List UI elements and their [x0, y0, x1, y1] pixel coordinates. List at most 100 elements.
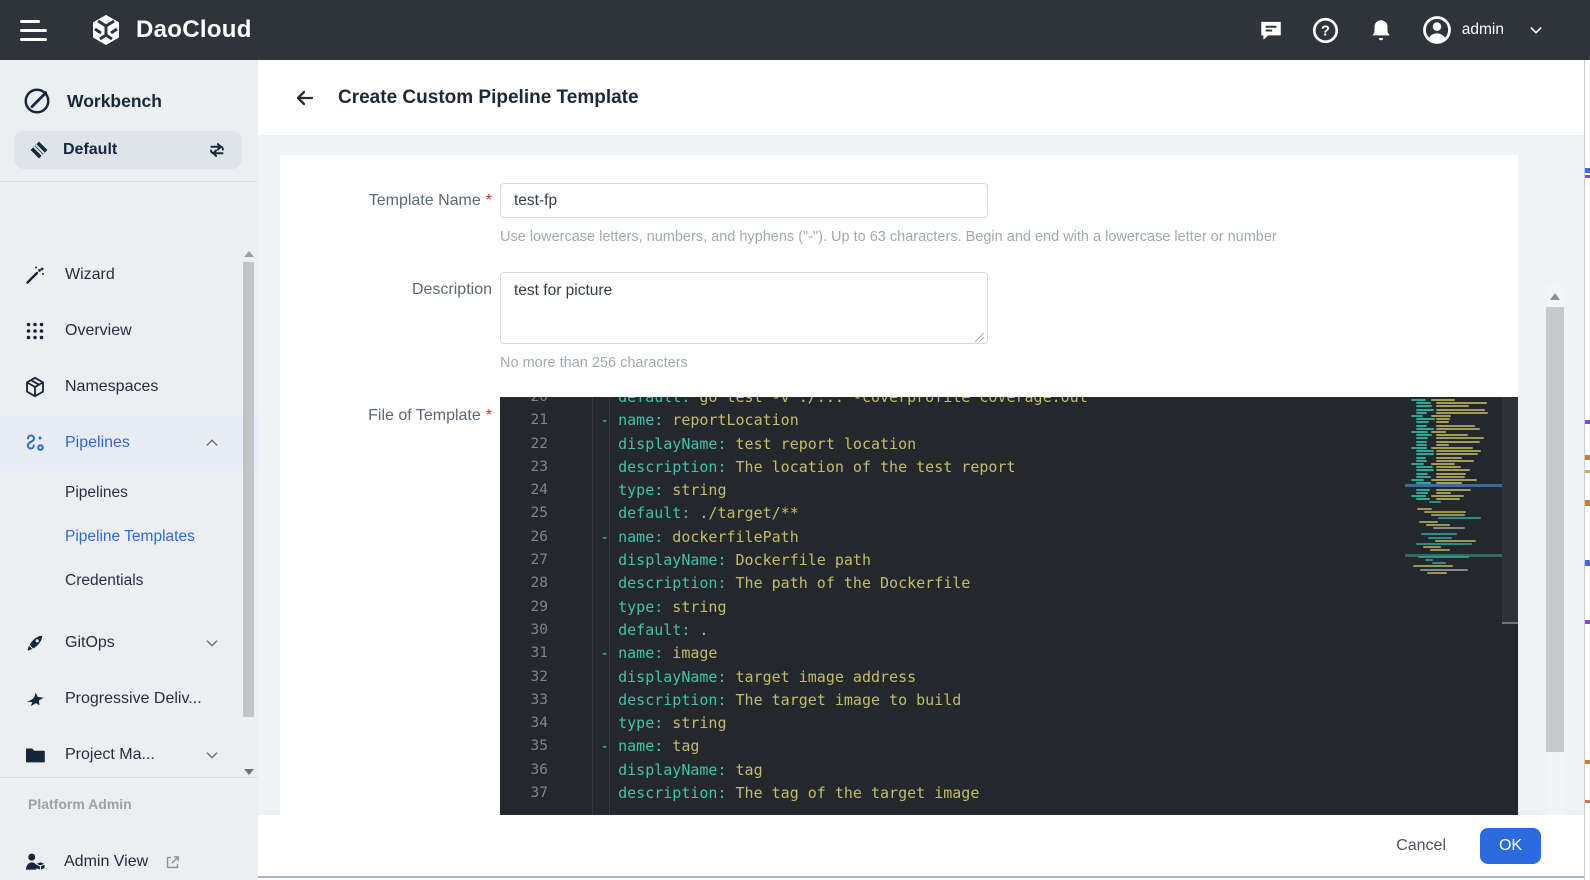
line-number: 26 — [500, 526, 548, 549]
code-line: 25 default: ./target/** — [500, 502, 1405, 525]
line-number: 23 — [500, 456, 548, 479]
sidebar-item-admin-view[interactable]: Admin View — [22, 849, 181, 875]
window-bottom-edge — [258, 876, 1590, 880]
editor-minimap[interactable] — [1405, 397, 1502, 815]
sidebar-item-overview[interactable]: Overview — [0, 303, 258, 359]
line-number: 34 — [500, 712, 548, 735]
footer-actions: Cancel OK — [258, 815, 1590, 876]
editor-scrollbar-thumb[interactable] — [1502, 397, 1518, 624]
scroll-down-icon[interactable] — [244, 769, 254, 775]
sidebar-item-pipelines-list[interactable]: Pipelines — [0, 471, 258, 515]
chevron-down-icon — [204, 635, 220, 651]
minimap-highlight — [1405, 554, 1502, 557]
sidebar-item-namespaces[interactable]: Namespaces — [0, 359, 258, 415]
folder-icon — [22, 742, 48, 768]
editor-scrollbar[interactable] — [1502, 397, 1518, 815]
line-number: 30 — [500, 619, 548, 642]
sidebar-item-wizard[interactable]: Wizard — [0, 247, 258, 303]
sidebar-item-label: Pipeline Templates — [65, 528, 195, 546]
help-icon[interactable]: ? — [1312, 16, 1340, 44]
sidebar-item-credentials[interactable]: Credentials — [0, 559, 258, 603]
description-input[interactable]: test for picture — [500, 272, 988, 344]
switch-workspace-icon[interactable] — [206, 139, 228, 161]
brand: DaoCloud — [88, 12, 252, 48]
line-number: 36 — [500, 759, 548, 782]
workbench-title: Workbench — [67, 91, 162, 112]
description-label: Description — [280, 281, 492, 299]
workspace-name: Default — [63, 141, 117, 159]
code-line: 33 description: The target image to buil… — [500, 689, 1405, 712]
sidebar-item-label: Project Ma... — [65, 746, 155, 764]
chevron-down-icon — [204, 747, 220, 763]
platform-admin-label: Platform Admin — [28, 796, 132, 812]
daocloud-logo-icon — [88, 12, 124, 48]
code-line: 21 - name: reportLocation — [500, 409, 1405, 432]
template-name-input[interactable] — [500, 183, 988, 218]
file-of-template-label: File of Template* — [280, 407, 492, 425]
sidebar-item-label: Wizard — [65, 266, 115, 284]
line-number: 33 — [500, 689, 548, 712]
user-name: admin — [1462, 21, 1504, 39]
code-line: 20 default: go test -v ./... -coverprofi… — [500, 397, 1405, 409]
editor-lines: 20 default: go test -v ./... -coverprofi… — [500, 397, 1405, 805]
user-menu[interactable]: admin — [1422, 15, 1544, 45]
sidebar-scrollbar[interactable] — [242, 249, 255, 777]
code-line: 30 default: . — [500, 619, 1405, 642]
code-line: 23 description: The location of the test… — [500, 456, 1405, 479]
required-marker: * — [486, 192, 492, 209]
page-scrollbar[interactable] — [1546, 285, 1564, 880]
chat-icon[interactable] — [1257, 16, 1285, 44]
page-scrollbar-thumb[interactable] — [1546, 307, 1564, 752]
code-line: 36 displayName: tag — [500, 759, 1405, 782]
chevron-up-icon — [204, 435, 220, 451]
sidebar-item-project-management[interactable]: Project Ma... — [0, 727, 258, 778]
line-number: 27 — [500, 549, 548, 572]
ok-button[interactable]: OK — [1480, 828, 1541, 864]
description-helper: No more than 256 characters — [500, 355, 688, 371]
sidebar-item-progressive-delivery[interactable]: Progressive Deliv... — [0, 671, 258, 727]
code-line: 35 - name: tag — [500, 735, 1405, 758]
sidebar-scrollbar-thumb[interactable] — [243, 262, 254, 717]
brand-name: DaoCloud — [136, 16, 252, 44]
code-line: 32 displayName: target image address — [500, 666, 1405, 689]
page-header: Create Custom Pipeline Template — [258, 60, 1590, 135]
screen-edge-artifact — [1584, 60, 1590, 880]
required-marker: * — [486, 407, 492, 424]
cube-icon — [22, 374, 48, 400]
line-number: 31 — [500, 642, 548, 665]
code-line: 37 description: The tag of the target im… — [500, 782, 1405, 805]
template-name-label: Template Name* — [280, 192, 492, 210]
sidebar-item-label: Pipelines — [65, 484, 128, 502]
sidebar-menu: Wizard Overview Namespaces Pipelines Pipelin… — [0, 247, 258, 778]
line-number: 24 — [500, 479, 548, 502]
yaml-code-editor[interactable]: 20 default: go test -v ./... -coverprofi… — [500, 397, 1518, 815]
code-line: 24 type: string — [500, 479, 1405, 502]
grid-icon — [22, 318, 48, 344]
sidebar-item-pipelines[interactable]: Pipelines — [0, 415, 258, 471]
sidebar-item-gitops[interactable]: GitOps — [0, 615, 258, 671]
sidebar-item-label: Overview — [65, 322, 132, 340]
page-title: Create Custom Pipeline Template — [338, 87, 639, 109]
pipeline-icon — [22, 430, 48, 456]
scroll-up-icon[interactable] — [1550, 293, 1560, 300]
code-line: 27 displayName: Dockerfile path — [500, 549, 1405, 572]
sidebar-item-pipeline-templates[interactable]: Pipeline Templates — [0, 515, 258, 559]
svg-text:?: ? — [1321, 23, 1330, 39]
bell-icon[interactable] — [1367, 16, 1395, 44]
hamburger-menu-icon[interactable] — [20, 18, 50, 42]
workspace-selector[interactable]: Default — [14, 131, 242, 169]
sidebar-item-label: GitOps — [65, 634, 115, 652]
minimap-highlight — [1405, 484, 1502, 487]
cancel-button[interactable]: Cancel — [1396, 837, 1446, 855]
workbench-icon — [22, 86, 52, 116]
back-button[interactable] — [292, 85, 318, 111]
avatar-icon — [1422, 15, 1452, 45]
line-number: 28 — [500, 572, 548, 595]
sidebar-item-label: Pipelines — [65, 434, 130, 452]
external-link-icon — [164, 854, 181, 871]
scroll-up-icon[interactable] — [244, 251, 254, 257]
line-number: 25 — [500, 502, 548, 525]
admin-view-icon — [22, 849, 48, 875]
sidebar-divider — [0, 181, 258, 182]
rocket-icon — [22, 630, 48, 656]
